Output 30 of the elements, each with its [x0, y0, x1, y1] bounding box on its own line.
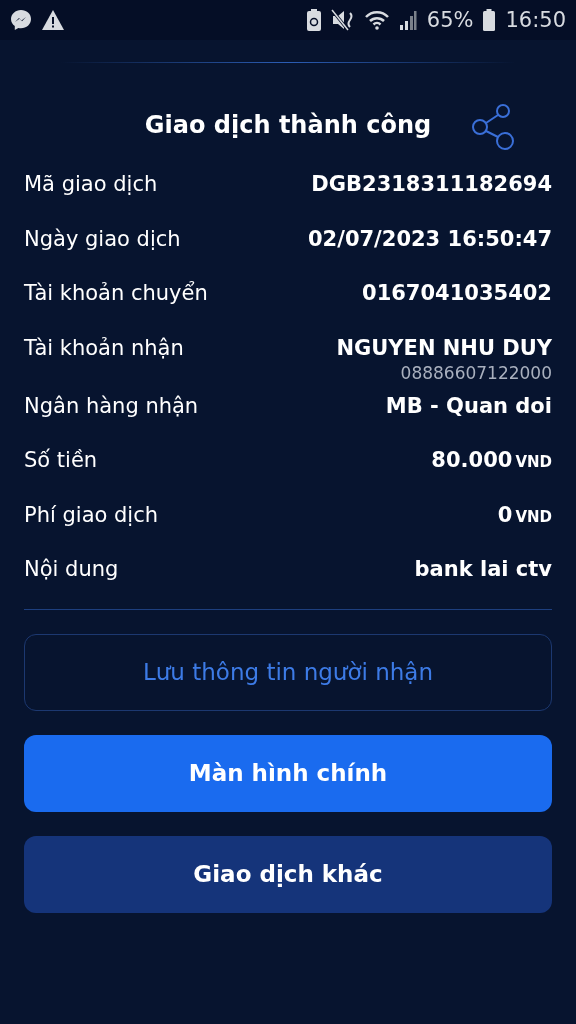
wifi-icon	[364, 10, 389, 30]
detail-label: Tài khoản nhận	[24, 334, 184, 362]
battery-saver-icon	[306, 9, 321, 31]
detail-value: 0VND	[497, 501, 552, 529]
detail-value: 0167041035402	[362, 280, 552, 307]
detail-value: 02/07/2023 16:50:47	[308, 225, 552, 253]
battery-percentage: 65%	[426, 8, 474, 32]
clock-time: 16:50	[505, 8, 566, 32]
detail-label: Ngày giao dịch	[24, 225, 181, 253]
screen-title: Giao dịch thành công	[144, 111, 432, 139]
home-button[interactable]: Màn hình chính	[24, 734, 552, 812]
signal-icon	[398, 10, 417, 30]
battery-icon	[483, 9, 496, 31]
detail-value: bank lai ctv	[414, 556, 552, 583]
detail-value: MB - Quan doi	[385, 392, 552, 420]
messenger-icon	[10, 9, 32, 31]
detail-label: Phí giao dịch	[24, 501, 159, 529]
detail-label: Nội dung	[24, 556, 119, 583]
detail-value: NGUYEN NHU DUY	[336, 334, 552, 362]
detail-label: Số tiền	[24, 447, 98, 474]
detail-label: Tài khoản chuyển	[24, 280, 208, 307]
new-transaction-button[interactable]: Giao dịch khác	[24, 835, 552, 913]
detail-label: Mã giao dịch	[24, 171, 158, 198]
detail-label: Ngân hàng nhận	[24, 392, 199, 420]
detail-value: 80.000VND	[431, 447, 552, 474]
account-number: 08886607122000	[400, 362, 552, 383]
mute-icon	[330, 9, 355, 31]
detail-value: DGB2318311182694	[311, 171, 552, 198]
warning-icon	[42, 10, 64, 30]
save-recipient-button[interactable]: Lưu thông tin người nhận	[24, 633, 552, 711]
